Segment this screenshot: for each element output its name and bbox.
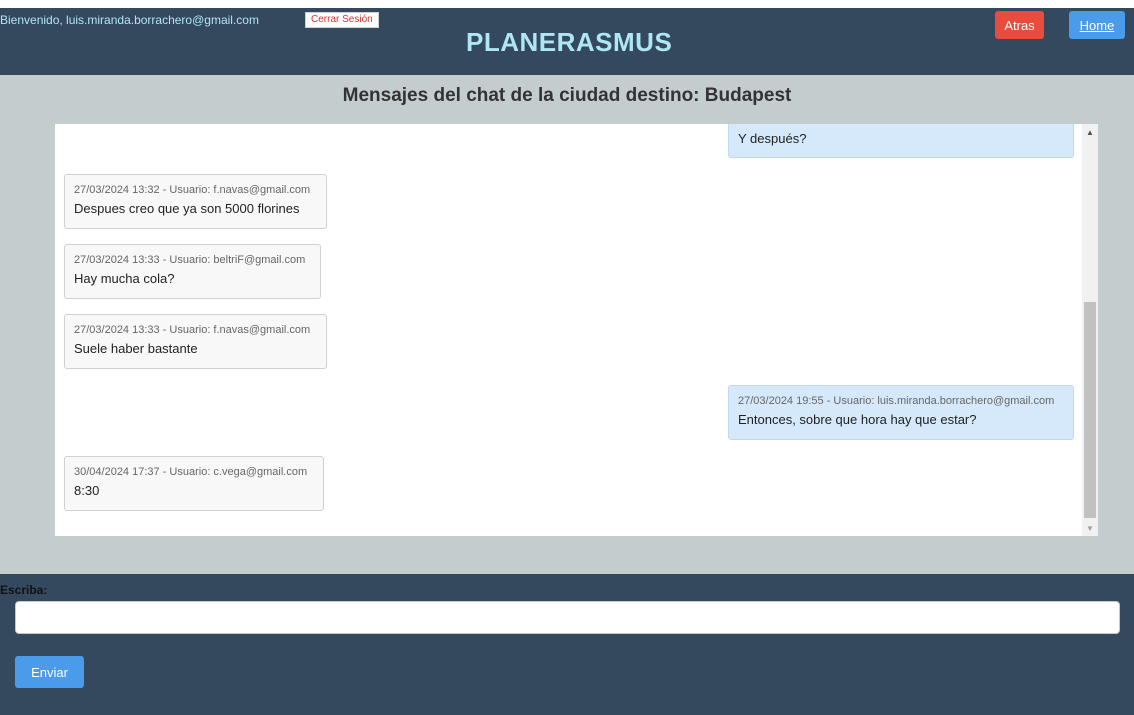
chat-message-meta: 27/03/2024 13:32 - Usuario: f.navas@gmai… bbox=[74, 184, 311, 196]
chat-message-meta: 27/03/2024 13:33 - Usuario: beltriF@gmai… bbox=[74, 254, 306, 266]
main-content: Mensajes del chat de la ciudad destino: … bbox=[0, 75, 1134, 574]
message-input-label: Escriba: bbox=[0, 583, 48, 597]
chat-message-text: 8:30 bbox=[74, 483, 100, 498]
chat-message-text: Y después? bbox=[738, 131, 807, 146]
chat-message-text: Entonces, sobre que hora hay que estar? bbox=[738, 412, 977, 427]
chat-message-text: Hay mucha cola? bbox=[74, 271, 175, 286]
chat-message-text: Suele haber bastante bbox=[74, 341, 198, 356]
welcome-text: Bienvenido, luis.miranda.borrachero@gmai… bbox=[0, 13, 259, 27]
logout-button[interactable]: Cerrar Sesión bbox=[305, 12, 379, 28]
chat-scrollbar[interactable]: ▲ ▼ bbox=[1082, 124, 1098, 536]
chat-message-own: 27/03/2024 19:55 - Usuario: luis.miranda… bbox=[728, 385, 1074, 440]
scrollbar-thumb[interactable] bbox=[1084, 302, 1096, 518]
chat-message: 27/03/2024 13:33 - Usuario: f.navas@gmai… bbox=[64, 314, 327, 369]
chat-message: 30/04/2024 17:37 - Usuario: c.vega@gmail… bbox=[64, 456, 324, 511]
app-title: PLANERASMUS bbox=[466, 27, 673, 57]
message-compose-area: Escriba: Enviar bbox=[0, 574, 1134, 715]
page-title: Mensajes del chat de la ciudad destino: … bbox=[342, 85, 792, 106]
scroll-down-arrow-icon[interactable]: ▼ bbox=[1082, 520, 1098, 536]
chat-message: 27/03/2024 13:32 - Usuario: f.navas@gmai… bbox=[64, 174, 327, 229]
chat-message: 27/03/2024 13:33 - Usuario: beltriF@gmai… bbox=[64, 244, 321, 299]
chat-message-own: Y después? bbox=[728, 124, 1074, 158]
message-input[interactable] bbox=[15, 601, 1120, 634]
chat-messages-panel[interactable]: Y después? 27/03/2024 13:32 - Usuario: f… bbox=[55, 124, 1098, 536]
chat-message-meta: 27/03/2024 13:33 - Usuario: f.navas@gmai… bbox=[74, 324, 311, 336]
back-button[interactable]: Atras bbox=[995, 11, 1044, 39]
app-header: Bienvenido, luis.miranda.borrachero@gmai… bbox=[0, 8, 1134, 75]
chat-message-text: Despues creo que ya son 5000 florines bbox=[74, 201, 300, 216]
home-button[interactable]: Home bbox=[1069, 11, 1125, 39]
chat-message-meta: 27/03/2024 19:55 - Usuario: luis.miranda… bbox=[738, 395, 1055, 407]
chat-scroll-area: Y después? 27/03/2024 13:32 - Usuario: f… bbox=[55, 124, 1082, 536]
chat-message-meta: 30/04/2024 17:37 - Usuario: c.vega@gmail… bbox=[74, 466, 308, 478]
top-strip bbox=[0, 0, 1134, 8]
scroll-up-arrow-icon[interactable]: ▲ bbox=[1082, 124, 1098, 140]
send-button[interactable]: Enviar bbox=[15, 656, 84, 688]
